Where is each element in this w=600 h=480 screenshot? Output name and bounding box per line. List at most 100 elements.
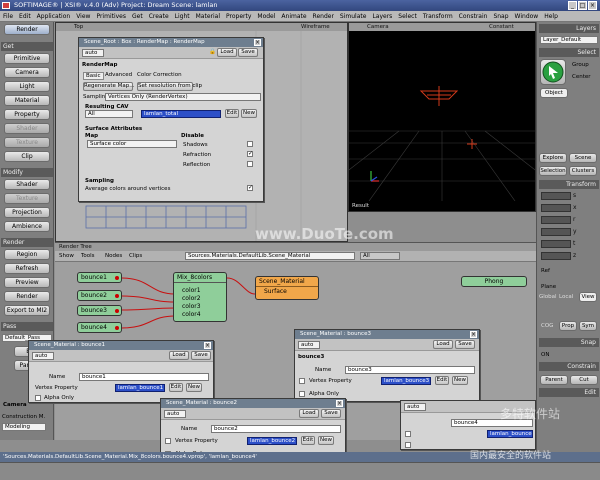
get-light-button[interactable]: Light [4, 81, 50, 92]
rendermap-section-header[interactable]: RenderMap [82, 62, 117, 68]
mix-color2-port[interactable]: color2 [182, 295, 201, 303]
render-region-button[interactable]: Region [4, 249, 50, 260]
sym-button[interactable]: Sym [579, 321, 597, 331]
menu-application[interactable]: Application [34, 13, 74, 20]
menu-simulate[interactable]: Simulate [337, 13, 370, 20]
auto-select[interactable]: auto [32, 352, 54, 360]
map-select[interactable]: Surface color [87, 140, 177, 148]
alpha-only-checkbox[interactable] [299, 391, 305, 397]
get-primitive-button[interactable]: Primitive [4, 53, 50, 64]
x-axis-icon[interactable]: x [573, 204, 580, 212]
render-preview-button[interactable]: Preview [4, 277, 50, 288]
shadows-checkbox[interactable] [247, 141, 253, 147]
save-button[interactable]: Save [191, 351, 211, 360]
rt-tools-menu[interactable]: Tools [81, 253, 95, 259]
scale-field[interactable] [541, 192, 571, 200]
menu-constrain[interactable]: Constrain [456, 13, 491, 20]
cav-new-button[interactable]: New [241, 109, 257, 118]
render-refresh-button[interactable]: Refresh [4, 263, 50, 274]
node-mix-8colors[interactable]: Mix_8colors color1 color2 color3 color4 [173, 272, 227, 322]
edit-button[interactable]: Edit [301, 436, 315, 445]
modify-projection-button[interactable]: Projection [4, 207, 50, 218]
name-field[interactable]: bounce3 [345, 366, 475, 374]
menu-material[interactable]: Material [193, 13, 223, 20]
rotate-field[interactable] [541, 216, 571, 224]
global-button[interactable]: Global [539, 294, 557, 300]
menu-render[interactable]: Render [310, 13, 337, 20]
edit-button[interactable]: Edit [435, 376, 449, 385]
menu-edit[interactable]: Edit [16, 13, 34, 20]
get-clip-button[interactable]: Clip [4, 151, 50, 162]
tab-basic[interactable]: Basic [83, 72, 104, 80]
vertex-property-field[interactable]: lamlan_bounce1 [115, 384, 165, 392]
view-button[interactable]: View [579, 292, 597, 302]
tab-color-correction[interactable]: Color Correction [137, 72, 182, 78]
mode-selector[interactable]: Render [4, 24, 50, 35]
load-button[interactable]: Load [169, 351, 189, 360]
rotate-icon[interactable]: r [573, 216, 580, 224]
edit-button[interactable]: Edit [169, 383, 183, 392]
menu-model[interactable]: Model [254, 13, 278, 20]
translate-icon[interactable]: t [573, 240, 580, 248]
rt-clips-menu[interactable]: Clips [129, 253, 142, 259]
auto-select[interactable]: auto [298, 341, 320, 349]
vertex-property-checkbox[interactable] [165, 438, 171, 444]
rt-show-menu[interactable]: Show [59, 253, 74, 259]
port-icon[interactable] [115, 309, 119, 313]
menu-transform[interactable]: Transform [420, 13, 456, 20]
new-button[interactable]: New [318, 436, 334, 445]
vertex-property-field[interactable]: lamlan_bounce4 [487, 430, 533, 438]
menu-get[interactable]: Get [129, 13, 146, 20]
close-icon[interactable]: × [470, 331, 477, 338]
modify-ambience-button[interactable]: Ambience [4, 221, 50, 232]
auto-select[interactable]: auto [82, 49, 104, 57]
rotate-field-2[interactable] [541, 228, 571, 236]
bounce3-section-header[interactable]: bounce3 [298, 354, 324, 360]
select-arrow-icon[interactable] [540, 59, 566, 85]
port-icon[interactable] [115, 326, 119, 330]
save-button[interactable]: Save [321, 409, 341, 418]
rt-nodes-menu[interactable]: Nodes [105, 253, 122, 259]
load-button[interactable]: Load [299, 409, 319, 418]
close-icon[interactable]: × [336, 400, 343, 407]
get-texture-button[interactable]: Texture [4, 137, 50, 148]
alpha-only-checkbox[interactable] [35, 395, 41, 401]
menu-layers[interactable]: Layers [369, 13, 395, 20]
node-bounce2[interactable]: bounce2 [77, 290, 122, 301]
alpha-only-checkbox[interactable] [405, 442, 411, 448]
rt-path-field[interactable]: Sources.Materials.DefaultLib.Scene_Mater… [185, 252, 355, 260]
mix-color4-port[interactable]: color4 [182, 311, 201, 319]
port-icon[interactable] [115, 294, 119, 298]
load-button[interactable]: Load [433, 340, 453, 349]
save-button[interactable]: Save [238, 48, 258, 57]
scale-icon[interactable]: s [573, 192, 580, 200]
node-bounce3[interactable]: bounce3 [77, 305, 122, 316]
menu-snap[interactable]: Snap [490, 13, 511, 20]
cav-value-field[interactable]: lamlan_total [141, 110, 221, 118]
vertex-property-field[interactable]: lamlan_bounce2 [247, 437, 297, 445]
selection-button[interactable]: Selection [539, 166, 567, 176]
node-scene-material[interactable]: Scene_Material Surface [255, 276, 319, 300]
mix-color3-port[interactable]: color3 [182, 303, 201, 311]
modify-shader-button[interactable]: Shader [4, 179, 50, 190]
close-icon[interactable]: × [204, 342, 211, 349]
refraction-checkbox[interactable]: ✓ [247, 151, 253, 157]
name-field[interactable]: bounce1 [79, 373, 209, 381]
menu-file[interactable]: File [0, 13, 16, 20]
viewport-camera-label[interactable]: Camera [367, 24, 389, 30]
menu-help[interactable]: Help [541, 13, 561, 20]
menu-create[interactable]: Create [146, 13, 172, 20]
menu-select[interactable]: Select [395, 13, 420, 20]
vertex-property-field[interactable]: lamlan_bounce3 [381, 377, 431, 385]
auto-select[interactable]: auto [404, 403, 426, 411]
camera-viewport[interactable]: Camera Constant Result [348, 22, 536, 212]
object-button[interactable]: Object [540, 88, 568, 98]
material-surface-port[interactable]: Surface [256, 287, 318, 297]
cog-button[interactable]: COG [541, 323, 553, 329]
group-button[interactable]: Group [572, 62, 589, 68]
cut-button[interactable]: Cut [570, 375, 598, 385]
new-button[interactable]: New [452, 376, 468, 385]
get-property-button[interactable]: Property [4, 109, 50, 120]
z-axis-icon[interactable]: z [573, 252, 580, 260]
get-material-button[interactable]: Material [4, 95, 50, 106]
